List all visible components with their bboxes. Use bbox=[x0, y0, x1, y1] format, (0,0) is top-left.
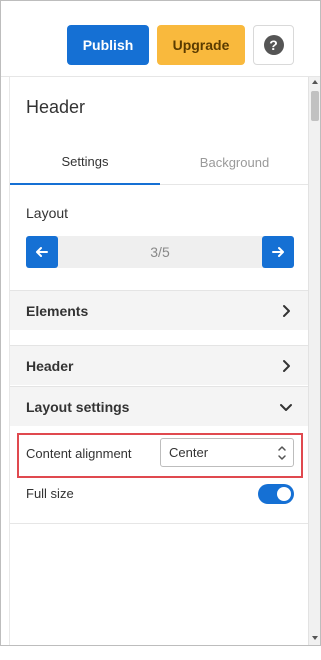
scroll-down-icon[interactable] bbox=[312, 636, 318, 640]
full-size-toggle[interactable] bbox=[258, 484, 294, 504]
layout-prev-button[interactable] bbox=[26, 236, 58, 268]
layout-next-button[interactable] bbox=[262, 236, 294, 268]
section-elements-label: Elements bbox=[26, 302, 89, 319]
panel-title: Header bbox=[26, 97, 86, 117]
full-size-label: Full size bbox=[26, 486, 74, 501]
settings-panel: Header Settings Background Layout 3/5 El… bbox=[9, 77, 309, 645]
section-header-label: Header bbox=[26, 357, 74, 374]
layout-value: 3/5 bbox=[150, 244, 170, 260]
upgrade-button[interactable]: Upgrade bbox=[157, 25, 245, 65]
layout-label: Layout bbox=[26, 205, 69, 221]
content-alignment-select[interactable]: Center bbox=[160, 438, 294, 467]
content-alignment-label: Content alignment bbox=[26, 446, 132, 461]
section-spacer bbox=[10, 330, 309, 345]
tab-bar: Settings Background bbox=[10, 139, 309, 185]
section-layout-settings[interactable]: Layout settings bbox=[10, 386, 309, 426]
section-header[interactable]: Header bbox=[10, 345, 309, 385]
layout-settings-body: Content alignment Center Full size bbox=[10, 426, 309, 524]
help-button[interactable]: ? bbox=[253, 25, 294, 65]
toggle-knob bbox=[277, 487, 291, 501]
chevron-right-icon bbox=[283, 305, 290, 317]
help-icon: ? bbox=[263, 35, 284, 55]
chevron-down-icon bbox=[280, 404, 292, 411]
publish-button[interactable]: Publish bbox=[67, 25, 149, 65]
tab-settings[interactable]: Settings bbox=[10, 139, 160, 185]
tab-background[interactable]: Background bbox=[160, 139, 309, 185]
scroll-thumb[interactable] bbox=[311, 91, 319, 121]
arrow-right-icon bbox=[272, 247, 284, 257]
content-alignment-value: Center bbox=[169, 445, 209, 460]
chevron-right-icon bbox=[283, 360, 290, 372]
vertical-scrollbar[interactable] bbox=[308, 77, 320, 645]
top-toolbar: Publish Upgrade ? bbox=[1, 1, 320, 77]
section-layout-settings-label: Layout settings bbox=[26, 398, 130, 415]
layout-stepper: 3/5 bbox=[26, 236, 294, 268]
scroll-up-icon[interactable] bbox=[312, 80, 318, 84]
section-elements[interactable]: Elements bbox=[10, 290, 309, 330]
app-frame: Publish Upgrade ? Header Settings Backgr… bbox=[0, 0, 321, 646]
select-arrows-icon bbox=[278, 446, 286, 460]
arrow-left-icon bbox=[36, 247, 48, 257]
